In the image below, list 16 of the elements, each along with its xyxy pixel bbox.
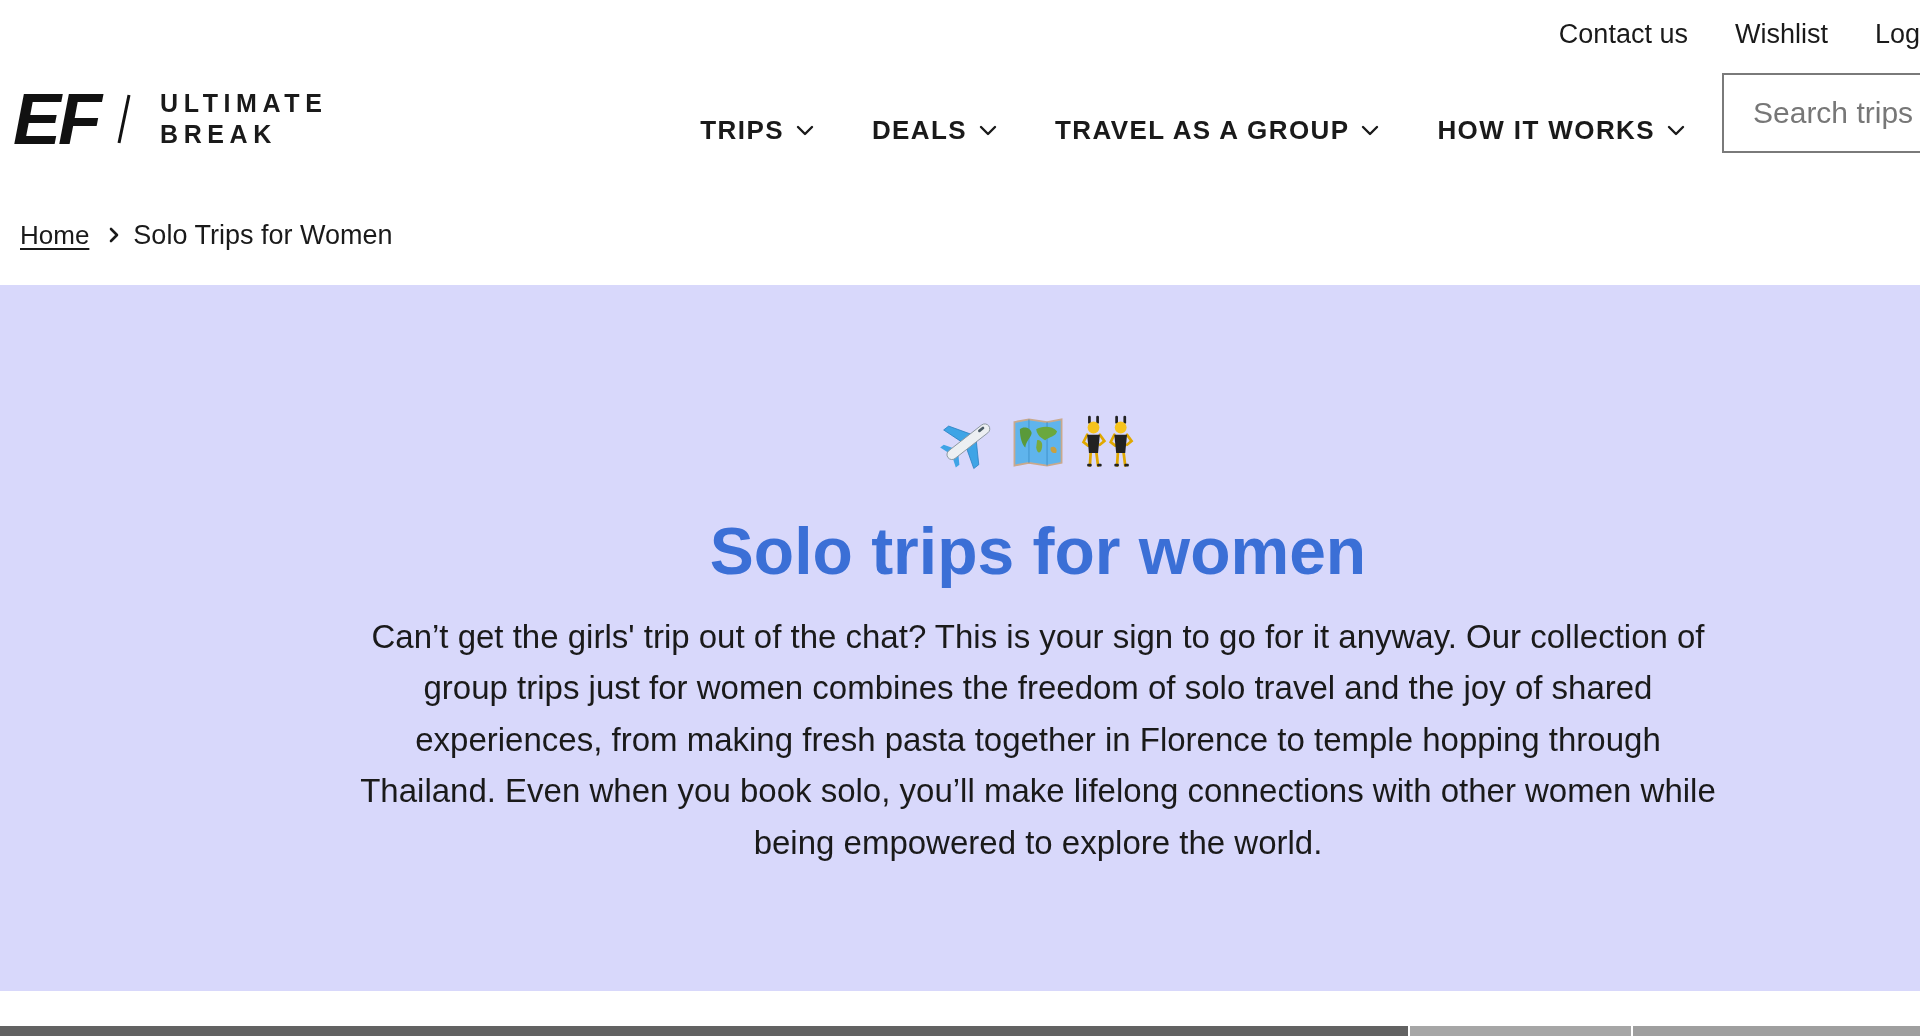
search-field[interactable]: Search trips [1722, 73, 1920, 153]
brand-logo-mark[interactable]: EF [12, 90, 105, 148]
breadcrumb-link[interactable]: Home [20, 218, 90, 251]
hero-description: Can’t get the girls' trip out of the chat? This is your sign to go for it anyway. Our collection of group trips just for women combines the freedom of solo travel and the joy of shared experiences, from making fresh pasta together in Florence to temple hopping through Thailand. Even when you book solo, you’ll make lifelong connections with other women while being empowered to explore the world. [359, 617, 1717, 863]
brand-wordmark[interactable]: ULTIMATE BREAK [160, 88, 328, 150]
nav-menu-item[interactable]: TRAVEL AS A GROUP [1055, 115, 1380, 145]
top-link[interactable]: Log [1874, 18, 1920, 50]
nav-menu-item[interactable]: TRIPS [700, 115, 814, 145]
top-link[interactable]: Wishlist [1734, 18, 1828, 50]
chevron-right-icon [109, 226, 120, 243]
top-link[interactable]: Contact us [1558, 18, 1688, 50]
nav-menu-item[interactable]: DEALS [871, 115, 997, 145]
nav-menu-item[interactable]: HOW IT WORKS [1437, 115, 1685, 145]
slash-divider-icon [117, 94, 131, 144]
hero-title: Solo trips for women [709, 513, 1367, 589]
breadcrumb-current: Solo Trips for Women [133, 218, 393, 251]
